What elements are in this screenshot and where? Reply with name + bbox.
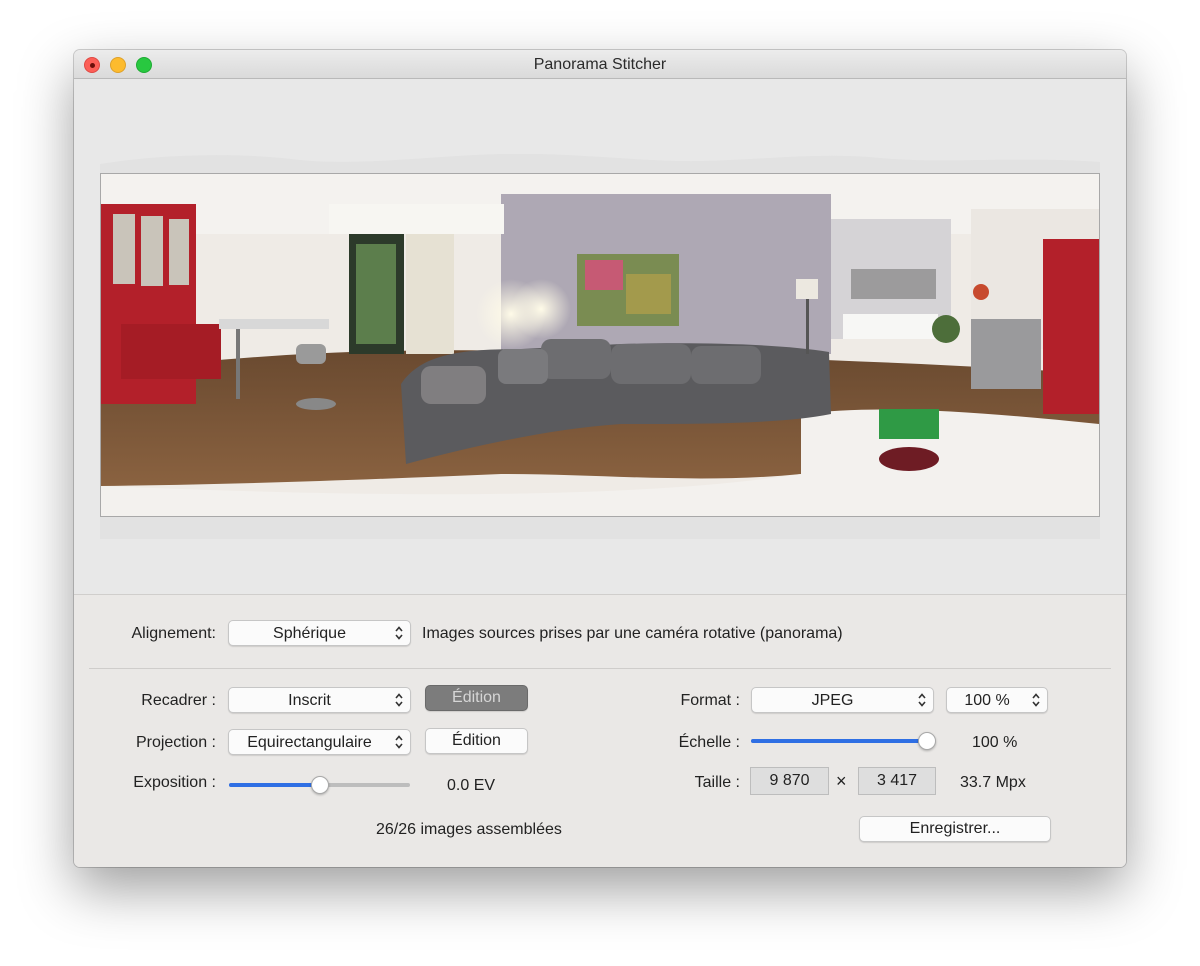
scale-slider-fill: [751, 739, 927, 743]
chevron-up-down-icon: [918, 693, 926, 707]
stitch-status: 26/26 images assemblées: [376, 821, 562, 838]
megapixels-value: 33.7 Mpx: [960, 774, 1026, 791]
exposure-slider-knob[interactable]: [310, 776, 329, 794]
save-button[interactable]: Enregistrer...: [859, 816, 1051, 842]
projection-label: Projection :: [135, 734, 216, 751]
chevron-up-down-icon: [395, 626, 403, 640]
panorama-preview-area: [74, 79, 1126, 594]
alignment-description: Images sources prises par une caméra rot…: [422, 625, 843, 642]
height-field[interactable]: 3 417: [858, 767, 936, 795]
projection-popup[interactable]: Equirectangulaire: [228, 729, 411, 755]
scale-value: 100 %: [972, 734, 1018, 751]
chevron-up-down-icon: [1032, 693, 1040, 707]
scale-label: Échelle :: [678, 734, 740, 751]
size-separator: ×: [836, 771, 847, 791]
section-divider: [89, 668, 1111, 669]
alignment-label: Alignement:: [131, 625, 217, 642]
crop-edit-button[interactable]: Édition: [425, 685, 528, 711]
scale-slider-knob[interactable]: [918, 732, 936, 750]
quality-popup[interactable]: 100 %: [946, 687, 1048, 713]
panorama-image: [100, 173, 1100, 517]
panorama-stitcher-window: Panorama Stitcher Alignement: Sphérique …: [74, 50, 1126, 867]
exposure-label: Exposition :: [133, 774, 216, 791]
exposure-slider-fill: [229, 783, 320, 787]
scale-slider[interactable]: [751, 731, 936, 751]
format-label: Format :: [680, 692, 740, 709]
crop-popup[interactable]: Inscrit: [228, 687, 411, 713]
controls-panel: Alignement: Sphérique Images sources pri…: [74, 594, 1126, 867]
chevron-up-down-icon: [395, 693, 403, 707]
window-title: Panorama Stitcher: [533, 56, 667, 73]
format-popup[interactable]: JPEG: [751, 687, 934, 713]
size-label: Taille :: [694, 774, 740, 791]
exposure-value: 0.0 EV: [447, 777, 496, 794]
crop-label: Recadrer :: [141, 692, 216, 709]
projection-edit-button[interactable]: Édition: [425, 728, 528, 754]
width-field[interactable]: 9 870: [750, 767, 829, 795]
chevron-up-down-icon: [395, 735, 403, 749]
exposure-slider[interactable]: [229, 775, 410, 795]
title-bar[interactable]: Panorama Stitcher: [74, 50, 1126, 79]
alignment-popup[interactable]: Sphérique: [228, 620, 411, 646]
